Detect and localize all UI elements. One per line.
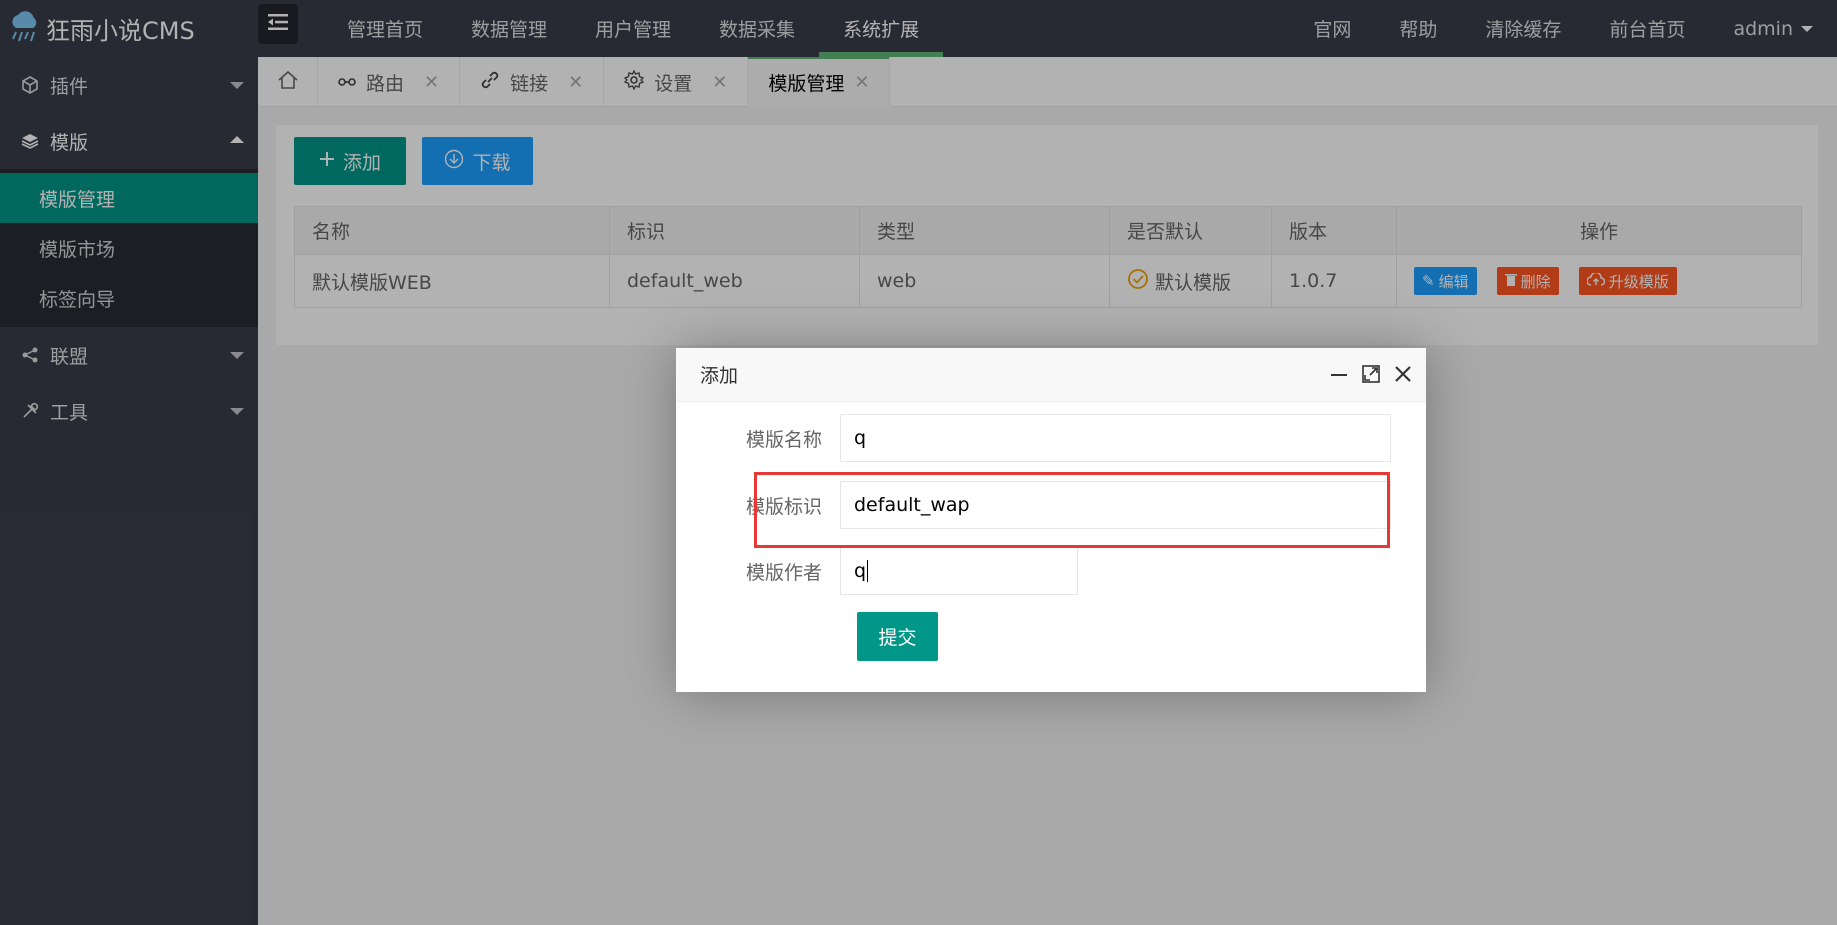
form-row-author: 模版作者 q bbox=[676, 547, 1078, 595]
form-row-name: 模版名称 q bbox=[676, 414, 1391, 462]
template-name-input[interactable]: q bbox=[840, 414, 1391, 462]
template-id-input[interactable]: default_wap bbox=[840, 481, 1391, 529]
dialog-title: 添加 bbox=[700, 365, 739, 387]
close-icon[interactable] bbox=[1392, 363, 1414, 385]
submit-button[interactable]: 提交 bbox=[857, 612, 938, 661]
minimize-icon[interactable] bbox=[1328, 363, 1350, 385]
template-author-input[interactable]: q bbox=[840, 547, 1078, 595]
template-id-label: 模版标识 bbox=[745, 495, 822, 518]
add-template-dialog: 添加 模版名称 q 模版标识 default_wap 模版作者 q 提交 bbox=[676, 348, 1426, 692]
dialog-titlebar: 添加 bbox=[676, 348, 1426, 402]
form-row-id: 模版标识 default_wap bbox=[676, 481, 1391, 529]
author-input-value: q bbox=[854, 560, 867, 582]
text-cursor bbox=[867, 560, 869, 582]
template-author-label: 模版作者 bbox=[745, 561, 822, 584]
maximize-icon[interactable] bbox=[1360, 363, 1382, 385]
template-name-label: 模版名称 bbox=[745, 428, 822, 451]
dialog-controls bbox=[1328, 363, 1414, 385]
